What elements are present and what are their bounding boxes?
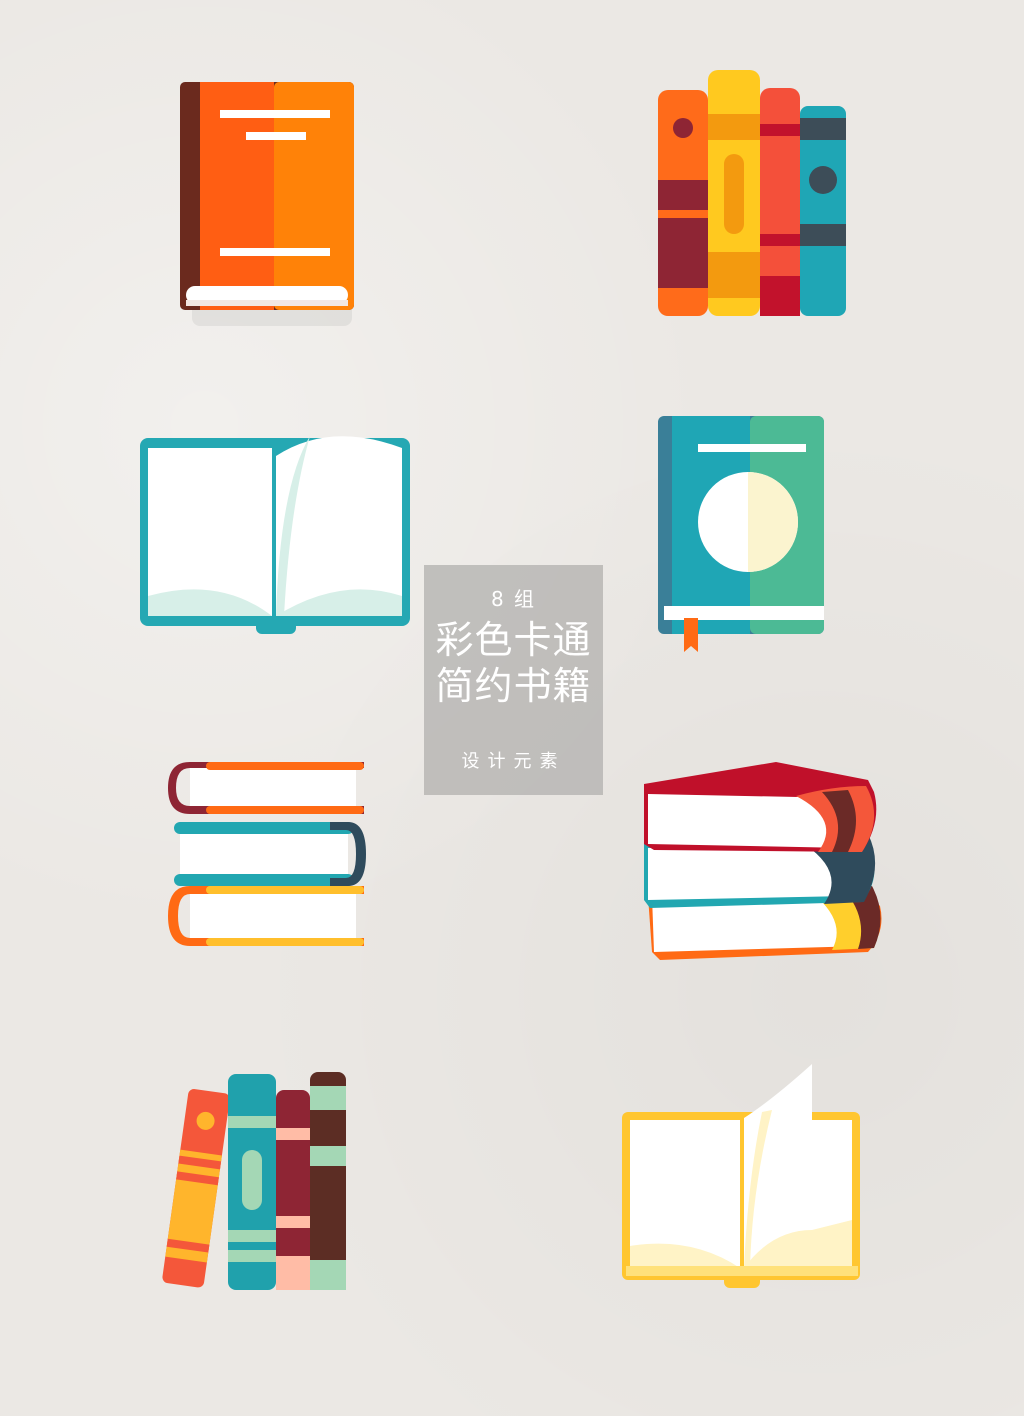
title-card: 8 组 彩色卡通 简约书籍 设计元素	[424, 565, 603, 795]
poster-subtitle: 设计元素	[461, 751, 566, 772]
teal-green-book-icon	[650, 410, 840, 660]
title-line-2: 简约书籍	[435, 664, 592, 708]
orange-book-icon	[170, 76, 370, 326]
standing-books-icon	[640, 62, 860, 332]
poster-title: 彩色卡通 简约书籍	[424, 617, 603, 709]
icon-count-label: 8 组	[490, 587, 537, 611]
open-book-teal-icon	[130, 426, 420, 646]
stacked-books-angled-icon	[636, 756, 896, 976]
leaning-books-icon	[150, 1066, 360, 1306]
title-line-1: 彩色卡通	[435, 618, 592, 662]
open-book-yellow-icon	[612, 1060, 872, 1300]
stacked-books-flat-icon	[160, 756, 380, 956]
